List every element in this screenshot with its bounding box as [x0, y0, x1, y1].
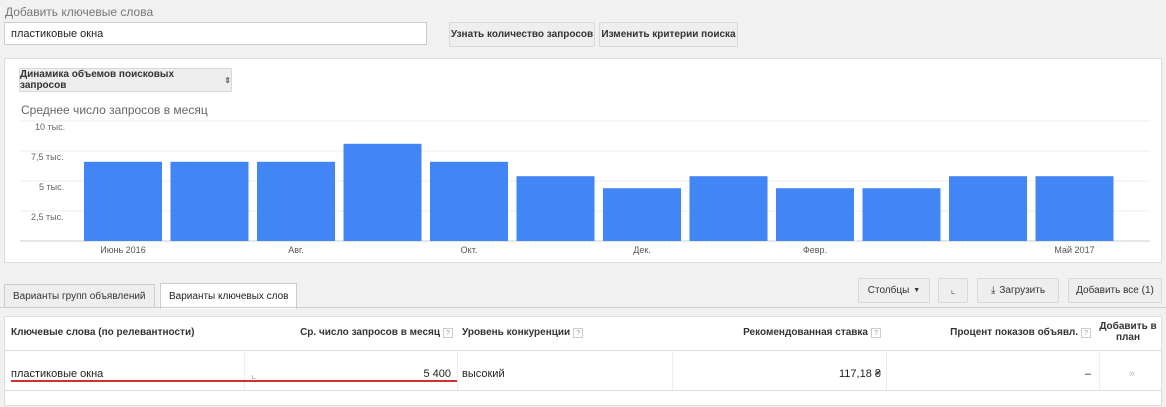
bar-Май 2017[interactable]	[1035, 176, 1114, 241]
col-header-keyword[interactable]: Ключевые слова (по релевантности)	[11, 327, 194, 338]
bar-Авг. 2016[interactable]	[257, 161, 335, 241]
columns-button[interactable]: Столбцы ▼	[858, 278, 930, 303]
bar-chart	[20, 120, 1150, 242]
line-chart-icon: ⌞	[950, 285, 956, 296]
help-icon[interactable]: ?	[1081, 328, 1091, 338]
divider	[0, 307, 1166, 308]
bid-cell: 117,18 ₴	[838, 368, 881, 380]
download-button[interactable]: ⤓ Загрузить	[977, 278, 1059, 303]
impr-share-cell: –	[1084, 368, 1091, 380]
header-label: Ср. число запросов в месяц	[300, 327, 440, 338]
download-label: Загрузить	[999, 285, 1046, 296]
keywords-table: Ключевые слова (по релевантности) Ср. чи…	[4, 316, 1162, 406]
x-tick-label: Февр.	[802, 245, 828, 255]
x-tick-label: Авг.	[288, 245, 304, 255]
x-tick-label: Июнь 2016	[100, 245, 146, 255]
caret-down-icon: ▼	[913, 287, 921, 294]
help-icon[interactable]: ?	[443, 328, 453, 338]
header-label: Рекомендованная ставка	[743, 327, 868, 338]
bar-Сент. 2016[interactable]	[343, 143, 422, 241]
header-label: Процент показов объявл.	[950, 327, 1078, 338]
x-tick-label: Окт.	[460, 245, 478, 255]
bar-Нояб. 2016[interactable]	[516, 176, 595, 241]
tab-keywords[interactable]: Варианты ключевых слов	[160, 283, 298, 309]
header-label: Уровень конкуренции	[462, 327, 571, 338]
col-header-add: Добавить в план	[1099, 321, 1157, 343]
col-header-competition[interactable]: Уровень конкуренции?	[462, 327, 584, 338]
volume-cell: 5 400	[423, 368, 451, 380]
col-header-impr-share[interactable]: Процент показов объявл.?	[950, 327, 1091, 338]
bar-Янв. 2017[interactable]	[689, 176, 768, 241]
add-to-plan-button[interactable]: »	[1129, 368, 1135, 380]
bar-Июнь 2016[interactable]	[84, 161, 162, 241]
columns-label: Столбцы	[867, 285, 910, 296]
tab-ad-groups[interactable]: Варианты групп объявлений	[4, 284, 155, 308]
bar-Окт. 2016[interactable]	[430, 161, 508, 241]
help-icon[interactable]: ?	[871, 328, 881, 338]
red-underline	[11, 380, 457, 382]
bar-Март 2017[interactable]	[862, 188, 941, 241]
chart-toggle-button[interactable]: ⌞	[938, 278, 968, 303]
bar-Июль 2016[interactable]	[170, 161, 249, 241]
bar-Февр. 2017[interactable]	[776, 188, 854, 241]
x-tick-label: Май 2017	[1054, 245, 1095, 255]
download-icon: ⤓	[990, 285, 996, 296]
keyword-cell[interactable]: пластиковые окна	[11, 368, 103, 380]
bar-Дек. 2016[interactable]	[603, 188, 681, 241]
col-header-volume[interactable]: Ср. число запросов в месяц?	[300, 327, 453, 338]
col-header-bid[interactable]: Рекомендованная ставка?	[743, 327, 881, 338]
bar-Апр. 2017[interactable]	[949, 176, 1027, 241]
add-all-button[interactable]: Добавить все (1)	[1068, 278, 1162, 303]
competition-cell: высокий	[462, 368, 505, 380]
x-tick-label: Дек.	[633, 245, 651, 255]
help-icon[interactable]: ?	[573, 328, 584, 338]
